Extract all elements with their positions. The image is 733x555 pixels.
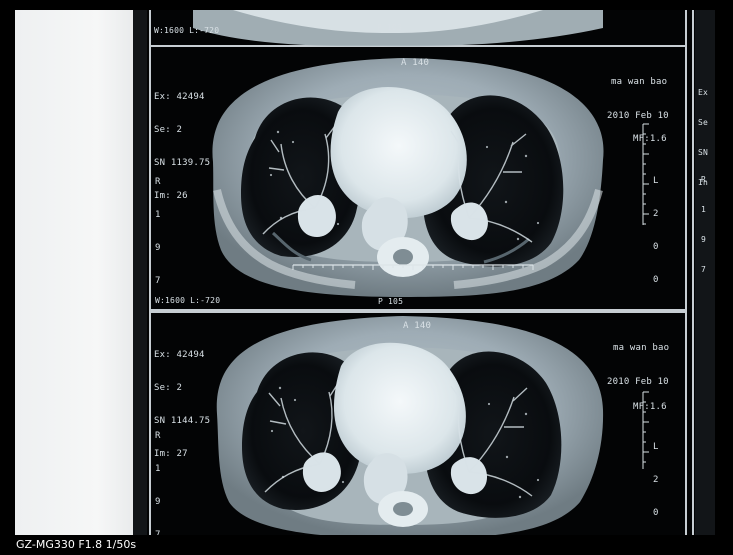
slice-1-info-line: Se: 2: [154, 125, 183, 135]
slice-1-right-side-digit: 0: [653, 275, 659, 285]
slice-2-image: [216, 316, 649, 535]
slice-1-left-side-digits: R 1 9 7: [155, 155, 189, 309]
camera-caption: GZ-MG330 F1.8 1/50s: [16, 538, 137, 551]
slice-2-left-side-digit: 1: [155, 464, 161, 474]
slice-2-patient-name: ma wan bao: [613, 343, 670, 353]
slice-1-left-side-digit: 9: [155, 243, 161, 253]
slice-2-info-line: Se: 2: [154, 383, 183, 393]
top-window-label: W:1600 L:-720: [154, 26, 220, 35]
ct-scan-drawing: [193, 10, 649, 535]
slice-2-right-side-digit: L: [653, 442, 659, 452]
ct-film-sheet: W:1600 L:-720 P 103 A 140 Ex: 42494 Se: …: [133, 10, 715, 535]
slice-2-left-side-digit: 9: [155, 497, 161, 507]
slice-1-window-label: W:1600 L:-720: [155, 296, 221, 305]
slice-2-anterior-marker: A 140: [403, 321, 432, 331]
right-edge-fragment: 9: [701, 235, 707, 244]
slice-2-left-side-digit: R: [155, 431, 161, 441]
slice-1-study-date: 2010 Feb 10: [607, 111, 669, 121]
slice-1-patient-name: ma wan bao: [611, 77, 668, 87]
right-edge-fragment: Se: [698, 118, 709, 127]
right-edge-fragment-block-middle: R 1 9 7: [701, 155, 715, 295]
slice-1-posterior-marker: P 105: [378, 297, 404, 306]
slice-2-study-date: 2010 Feb 10: [607, 377, 669, 387]
right-edge-fragment: 7: [701, 265, 707, 274]
right-edge-fragment: 1: [701, 205, 707, 214]
lightbox-left-panel: [15, 10, 133, 535]
slice-1-anterior-marker: A 140: [401, 58, 430, 68]
slice-2-info-line: Ex: 42494: [154, 350, 205, 360]
slice-1-info-line: Ex: 42494: [154, 92, 205, 102]
slice-1-left-side-digit: 7: [155, 276, 161, 286]
right-edge-fragment: Ex: [698, 88, 709, 97]
top-marker-label: P 103: [377, 23, 403, 32]
slice-1-right-side-digit: L: [653, 176, 659, 186]
slice-1-left-side-digit: R: [155, 177, 161, 187]
slice-2-right-side-digits: L 2 0 0: [653, 420, 687, 535]
slice-2-left-side-digit: 7: [155, 530, 161, 535]
ct-photo: W:1600 L:-720 P 103 A 140 Ex: 42494 Se: …: [15, 10, 715, 535]
slice-2-right-side-digit: 0: [653, 508, 659, 518]
slice-1-right-side-digits: L 2 0 0: [653, 154, 687, 308]
slice-2-magnification-factor: MF:1.6: [633, 402, 667, 412]
slice-1-magnification-factor: MF:1.6: [633, 134, 667, 144]
slice-1-left-side-digit: 1: [155, 210, 161, 220]
slice-2-left-side-digits: R 1 9 7: [155, 409, 189, 535]
slice-2-right-side-digit: 2: [653, 475, 659, 485]
slice-1-image: [212, 58, 649, 297]
right-edge-fragment: R: [701, 175, 707, 184]
slice-1-right-side-digit: 0: [653, 242, 659, 252]
slice-1-right-side-digit: 2: [653, 209, 659, 219]
